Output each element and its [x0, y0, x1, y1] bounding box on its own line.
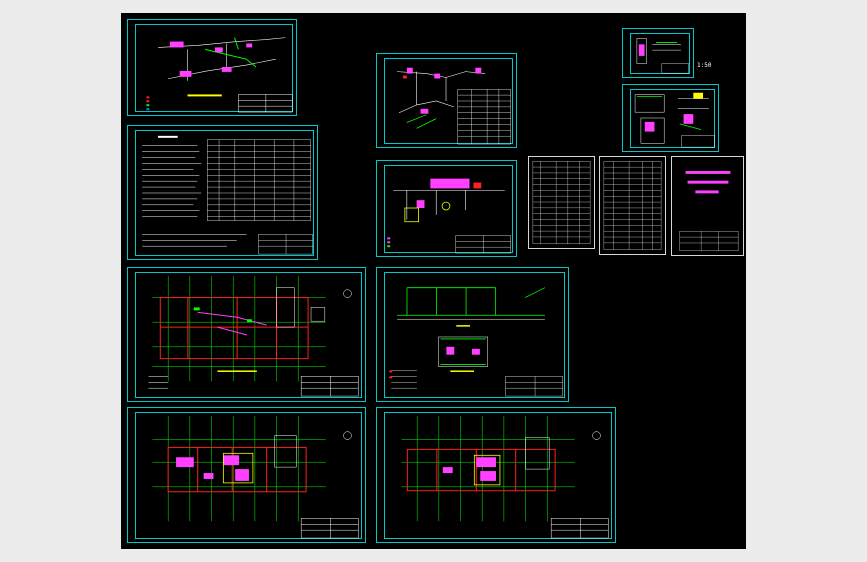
- sheet-detail-small-1[interactable]: 1:50: [622, 28, 711, 78]
- section-elevation-drawing: [389, 287, 563, 397]
- material-list-2-table: [603, 161, 662, 250]
- sheet-system-diagram[interactable]: [127, 19, 297, 116]
- detail-small-2-drawing: [634, 92, 715, 148]
- sheet-material-list-2[interactable]: [599, 156, 666, 255]
- material-list-1-table: [532, 161, 591, 244]
- sheet-equipment-detail[interactable]: [376, 160, 517, 257]
- axonometric-drawing: [397, 67, 511, 145]
- sheet-cover[interactable]: [671, 156, 744, 256]
- sheet-floor-plan-1[interactable]: [127, 267, 366, 402]
- detail-small-1-drawing: [636, 38, 689, 74]
- sheet-floor-plan-3[interactable]: [376, 407, 616, 543]
- equipment-detail-drawing: [387, 178, 511, 254]
- floor-plan-1-drawing: [148, 275, 359, 397]
- cover-sheet-drawing: [679, 170, 739, 251]
- sheet-design-notes[interactable]: [127, 125, 318, 260]
- sheet-section-elevation[interactable]: [376, 267, 569, 402]
- floor-plan-2-drawing: [152, 415, 359, 539]
- sheet-floor-plan-2[interactable]: [127, 407, 366, 543]
- sheet-material-list-1[interactable]: [528, 156, 595, 249]
- sheet-detail-small-2[interactable]: [622, 84, 719, 152]
- system-diagram-drawing: [146, 37, 293, 113]
- floor-plan-3-drawing: [401, 415, 609, 539]
- drawing-canvas[interactable]: 1:50: [121, 13, 746, 549]
- design-notes-drawing: [142, 135, 313, 255]
- scale-note: 1:50: [697, 62, 712, 69]
- sheet-axonometric[interactable]: [376, 53, 517, 148]
